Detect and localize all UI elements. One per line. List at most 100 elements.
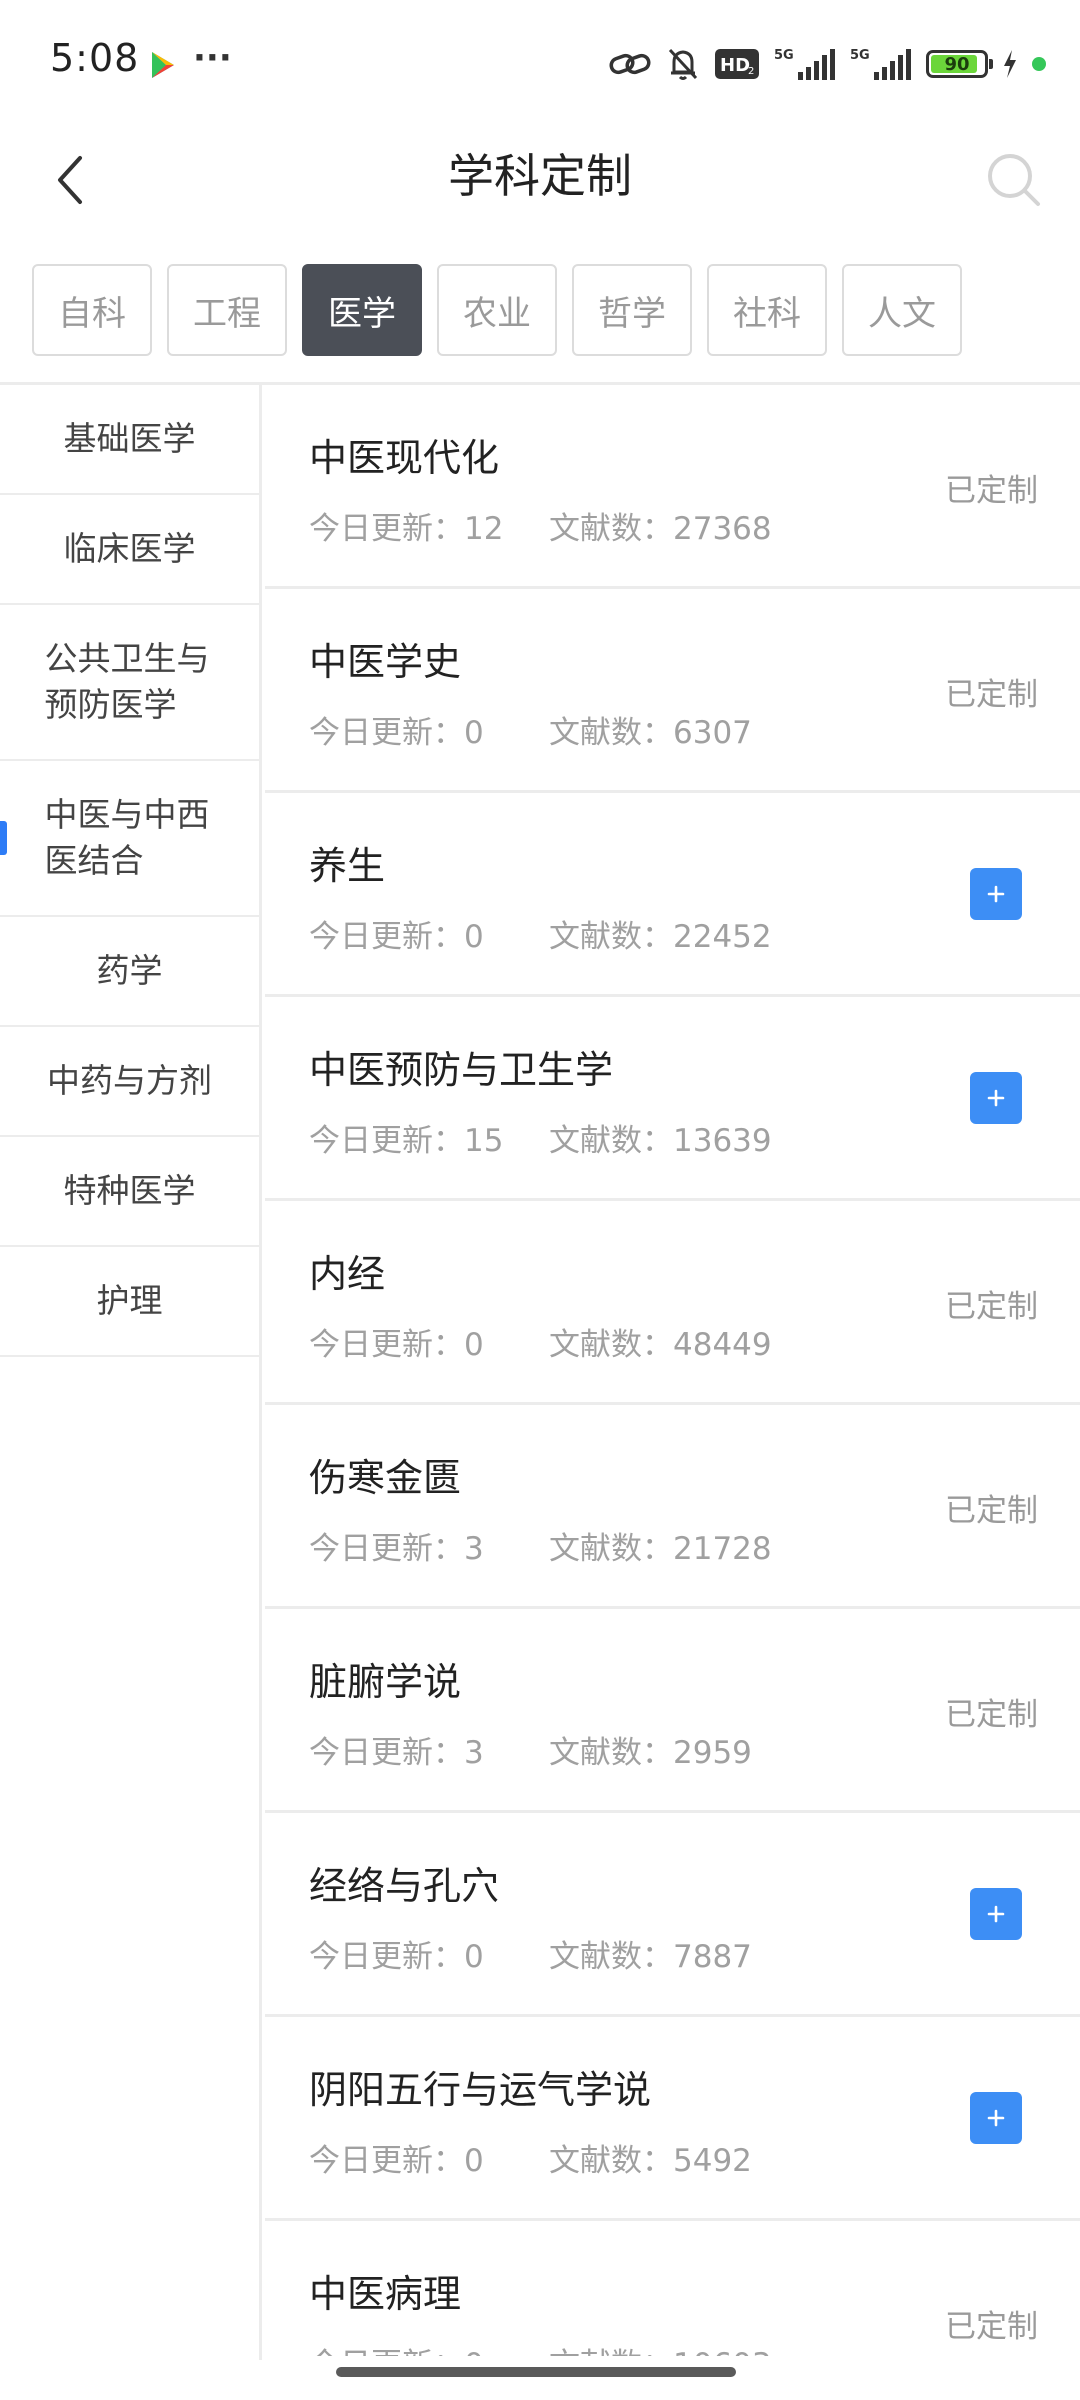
today-updates-count: 15 [464, 1123, 504, 1159]
today-updates-label: 今日更新： [309, 715, 464, 751]
topic-title: 中医现代化 [309, 436, 500, 480]
sidebar-item-label: 公共卫生与 预防医学 [44, 639, 210, 724]
sidebar-item-special-medicine[interactable]: 特种医学 [0, 1137, 259, 1247]
today-updates-label: 今日更新： [309, 2143, 464, 2179]
list-item[interactable]: 伤寒金匮今日更新：3 文献数：21728 已定制 [265, 1405, 1080, 1609]
tab-natural-science[interactable]: 自科 [32, 264, 152, 356]
tab-philosophy[interactable]: 哲学 [572, 264, 692, 356]
sidebar-item-label: 基础医学 [63, 419, 196, 458]
sidebar-item-pharmacy[interactable]: 药学 [0, 917, 259, 1027]
document-count-value: 27368 [673, 511, 772, 547]
hd-badge-text: HD [720, 55, 750, 76]
today-updates-label: 今日更新： [309, 511, 464, 547]
sidebar-item-label: 特种医学 [63, 1171, 196, 1210]
list-item[interactable]: 养生 今日更新：0 文献数：22452 [265, 793, 1080, 997]
sidebar-item-basic-medicine[interactable]: 基础医学 [0, 385, 259, 495]
document-count-value: 6307 [673, 715, 752, 751]
today-updates-label: 今日更新： [309, 2347, 464, 2356]
list-item[interactable]: 中医现代化今日更新：12 文献数：27368 已定制 [265, 385, 1080, 589]
home-indicator[interactable] [336, 2367, 736, 2377]
add-subscription-button[interactable] [970, 1888, 1022, 1940]
sidebar-item-herbal-formulas[interactable]: 中药与方剂 [0, 1027, 259, 1137]
topic-title: 阴阳五行与运气学说 [309, 2068, 652, 2112]
document-count: 文献数：10603 [549, 2339, 772, 2356]
document-count: 文献数：7887 [549, 1931, 752, 1976]
today-updates-count: 3 [464, 1735, 484, 1771]
plus-icon [987, 885, 1005, 903]
sidebar-item-clinical-medicine[interactable]: 临床医学 [0, 495, 259, 605]
today-updates-count: 0 [464, 1327, 484, 1363]
subscribed-status[interactable]: 已定制 [945, 1689, 1038, 1734]
today-updates-label: 今日更新： [309, 1123, 464, 1159]
document-count-value: 22452 [673, 919, 772, 955]
list-item[interactable]: 中医学史今日更新：0 文献数：6307 已定制 [265, 589, 1080, 793]
list-item[interactable]: 中医预防与卫生学 今日更新：15 文献数：13639 [265, 997, 1080, 1201]
list-item[interactable]: 脏腑学说 今日更新：3 文献数：2959 已定制 [265, 1609, 1080, 1813]
sidebar-item-label: 护理 [96, 1281, 163, 1320]
add-subscription-button[interactable] [970, 1072, 1022, 1124]
active-indicator [0, 821, 7, 855]
tab-humanities[interactable]: 人文 [842, 264, 962, 356]
document-count: 文献数：6307 [549, 707, 752, 752]
document-count-label: 文献数： [549, 511, 673, 547]
document-count-value: 48449 [673, 1327, 772, 1363]
today-updates-label: 今日更新： [309, 1735, 464, 1771]
topic-meta: 今日更新：0 文献数：48449 [309, 1319, 772, 1364]
network-type-label: 5G [850, 48, 870, 63]
document-count-value: 5492 [673, 2143, 752, 2179]
subscribed-status[interactable]: 已定制 [945, 2301, 1038, 2346]
tab-agriculture[interactable]: 农业 [437, 264, 557, 356]
list-item[interactable]: 中医病理今日更新：0文献数：10603已定制 [265, 2221, 1080, 2356]
plus-icon [987, 1905, 1005, 1923]
sidebar-item-tcm-integrated[interactable]: 中医与中西 医结合 [0, 761, 259, 917]
status-icons: HD 2 5G 5G 90 [608, 44, 1046, 84]
document-count-value: 10603 [673, 2347, 772, 2356]
topic-title: 伤寒金匮 [309, 1456, 462, 1500]
sidebar-item-nursing[interactable]: 护理 [0, 1247, 259, 1357]
list-item[interactable]: 内经 今日更新：0 文献数：48449 已定制 [265, 1201, 1080, 1405]
header: 学科定制 [0, 130, 1080, 230]
bell-muted-icon [666, 46, 700, 82]
tab-medicine[interactable]: 医学 [302, 264, 422, 356]
topic-title: 养生 [309, 844, 386, 888]
document-count-label: 文献数： [549, 1327, 673, 1363]
today-updates-count: 0 [464, 2143, 484, 2179]
search-icon [988, 154, 1040, 206]
subscribed-status[interactable]: 已定制 [945, 669, 1038, 714]
svg-text:2: 2 [748, 66, 754, 77]
today-updates-count: 0 [464, 919, 484, 955]
topic-title: 中医学史 [309, 640, 462, 684]
today-updates-label: 今日更新： [309, 1531, 464, 1567]
topic-meta: 今日更新：12 文献数：27368 [309, 503, 772, 548]
network-type-label: 5G [774, 48, 794, 63]
hd-icon: HD 2 [714, 48, 760, 80]
today-updates: 今日更新：0 [309, 2339, 549, 2356]
today-updates-count: 0 [464, 715, 484, 751]
document-count-label: 文献数： [549, 1123, 673, 1159]
add-subscription-button[interactable] [970, 2092, 1022, 2144]
subscribed-status[interactable]: 已定制 [945, 1485, 1038, 1530]
charging-icon [1002, 49, 1018, 79]
sidebar-item-label: 中医与中西 医结合 [44, 795, 210, 880]
plus-icon [987, 2109, 1005, 2127]
topic-meta: 今日更新：0文献数：10603 [309, 2339, 772, 2356]
add-subscription-button[interactable] [970, 868, 1022, 920]
topic-meta: 今日更新：15 文献数：13639 [309, 1115, 772, 1160]
today-updates: 今日更新：0 [309, 2135, 549, 2180]
list-item[interactable]: 经络与孔穴 今日更新：0 文献数：7887 [265, 1813, 1080, 2017]
today-updates: 今日更新：15 [309, 1115, 549, 1160]
sidebar-item-public-health[interactable]: 公共卫生与 预防医学 [0, 605, 259, 761]
document-count-value: 13639 [673, 1123, 772, 1159]
tab-social-science[interactable]: 社科 [707, 264, 827, 356]
topic-list: 中医现代化 今日更新：12 文献数：27368 已定制 中医学史 今日更新：0 文献数：63… [265, 385, 1080, 2356]
document-count-label: 文献数： [549, 2143, 673, 2179]
subscribed-status[interactable]: 已定制 [945, 1281, 1038, 1326]
list-item[interactable]: 阴阳五行与运气学说 今日更新：0 文献数：5492 [265, 2017, 1080, 2221]
search-button[interactable] [978, 144, 1050, 216]
topic-meta: 今日更新：3 文献数：21728 [309, 1523, 772, 1568]
status-time: 5:08 [50, 36, 140, 80]
tab-engineering[interactable]: 工程 [167, 264, 287, 356]
sidebar-item-label: 中药与方剂 [47, 1061, 212, 1100]
document-count-value: 7887 [673, 1939, 752, 1975]
subscribed-status[interactable]: 已定制 [945, 465, 1038, 510]
